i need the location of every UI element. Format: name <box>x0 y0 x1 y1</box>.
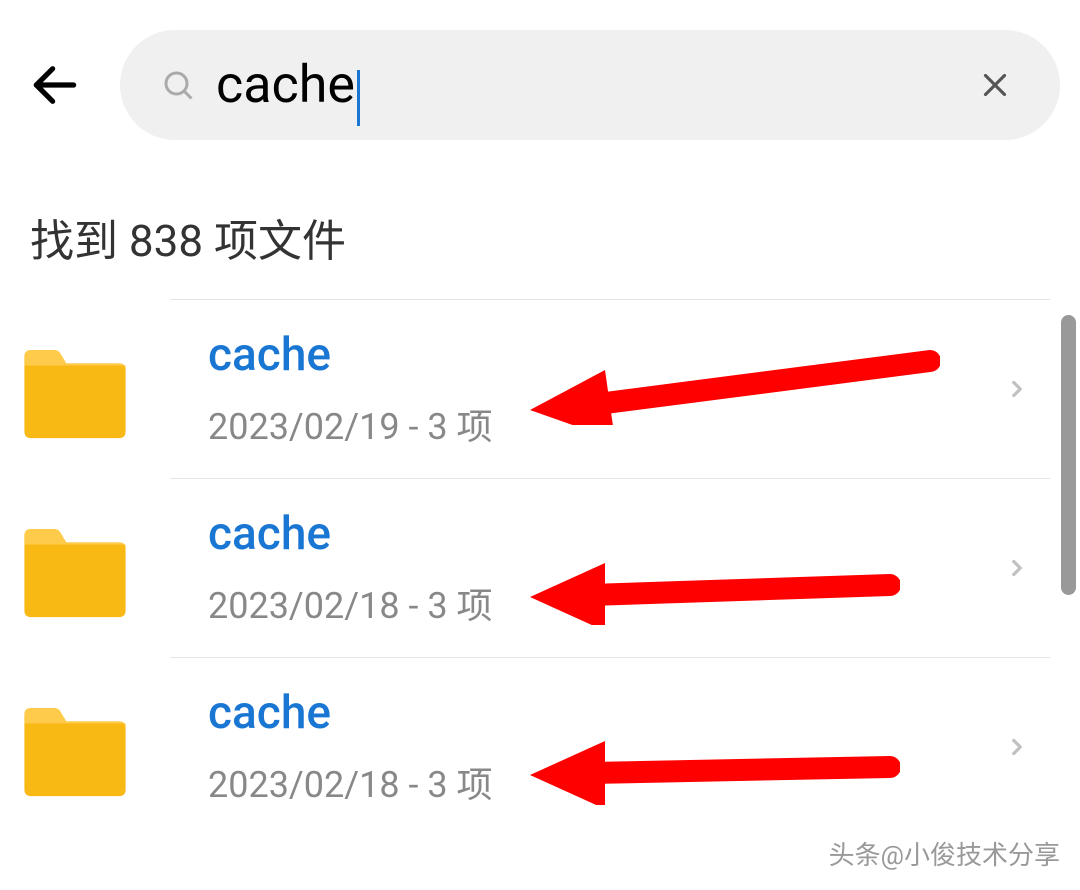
chevron-right-icon <box>1004 376 1030 402</box>
item-meta: 2023/02/18 - 3 项 <box>208 577 1004 629</box>
item-name: cache <box>208 328 1004 382</box>
list-item[interactable]: cache 2023/02/18 - 3 项 <box>170 478 1050 657</box>
folder-icon <box>20 703 130 798</box>
item-name: cache <box>208 507 1004 561</box>
item-meta: 2023/02/19 - 3 项 <box>208 398 1004 450</box>
header: cache <box>0 0 1080 170</box>
search-bar[interactable]: cache <box>120 30 1060 140</box>
scrollbar[interactable] <box>1061 315 1076 595</box>
chevron-right-icon <box>1004 734 1030 760</box>
item-meta: 2023/02/18 - 3 项 <box>208 756 1004 808</box>
close-icon <box>976 66 1014 104</box>
list-item[interactable]: cache 2023/02/18 - 3 项 <box>170 657 1050 836</box>
text-cursor <box>357 70 360 126</box>
watermark: 头条@小俊技术分享 <box>829 835 1060 872</box>
item-content: cache 2023/02/19 - 3 项 <box>208 328 1004 450</box>
results-count: 找到 838 项文件 <box>0 170 1080 299</box>
chevron-right-icon <box>1004 555 1030 581</box>
back-button[interactable] <box>20 50 90 120</box>
folder-icon <box>20 524 130 619</box>
back-arrow-icon <box>27 57 83 113</box>
search-icon <box>160 67 196 103</box>
search-input[interactable]: cache <box>216 55 950 115</box>
clear-button[interactable] <box>970 60 1020 110</box>
folder-icon <box>20 345 130 440</box>
item-name: cache <box>208 686 1004 740</box>
search-value: cache <box>216 54 355 115</box>
results-list: cache 2023/02/19 - 3 项 cache 2023/02/18 … <box>0 299 1080 836</box>
item-content: cache 2023/02/18 - 3 项 <box>208 686 1004 808</box>
item-content: cache 2023/02/18 - 3 项 <box>208 507 1004 629</box>
list-item[interactable]: cache 2023/02/19 - 3 项 <box>170 299 1050 478</box>
